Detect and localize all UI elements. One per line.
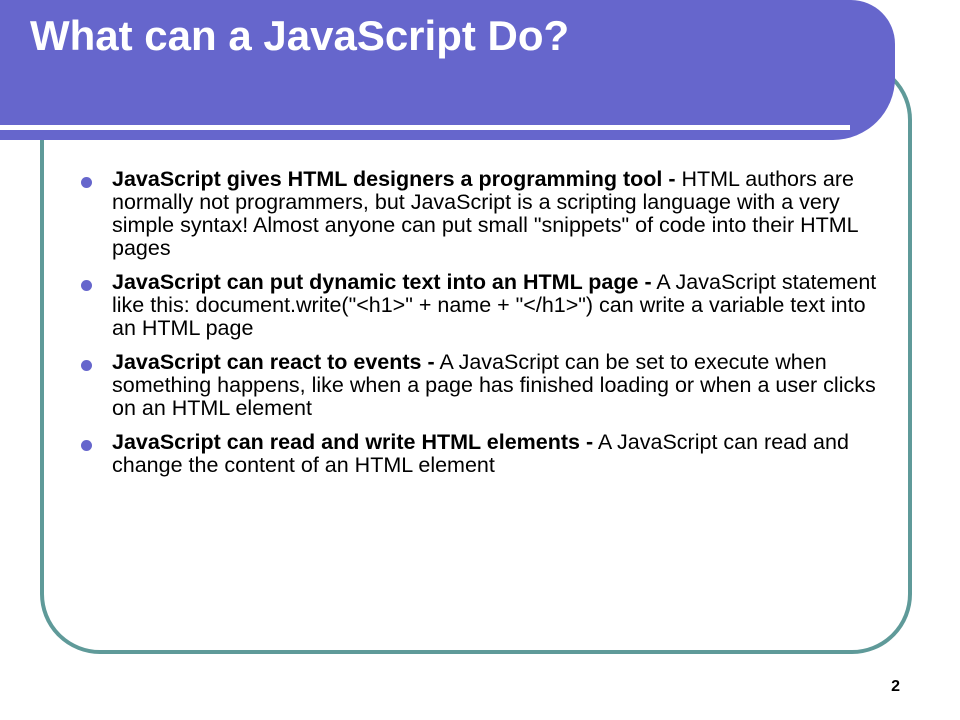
bullet-list: JavaScript gives HTML designers a progra… <box>74 168 886 477</box>
bullet-icon <box>81 360 92 371</box>
bullet-item: JavaScript can read and write HTML eleme… <box>74 431 886 477</box>
slide-content: JavaScript gives HTML designers a progra… <box>74 168 886 488</box>
bullet-heading: JavaScript can put dynamic text into an … <box>112 270 652 294</box>
title-bar: What can a JavaScript Do? <box>0 0 895 140</box>
bullet-icon <box>81 440 92 451</box>
title-underline <box>0 125 850 130</box>
slide: What can a JavaScript Do? JavaScript giv… <box>0 0 960 720</box>
bullet-item: JavaScript can put dynamic text into an … <box>74 271 886 340</box>
bullet-heading: JavaScript can react to events - <box>112 350 435 374</box>
bullet-item: JavaScript can react to events - A JavaS… <box>74 351 886 420</box>
bullet-heading: JavaScript can read and write HTML eleme… <box>112 430 594 454</box>
bullet-icon <box>81 177 92 188</box>
bullet-item: JavaScript gives HTML designers a progra… <box>74 168 886 260</box>
bullet-icon <box>81 280 92 291</box>
page-number: 2 <box>891 678 900 695</box>
slide-title: What can a JavaScript Do? <box>30 12 570 59</box>
bullet-heading: JavaScript gives HTML designers a progra… <box>112 167 676 191</box>
